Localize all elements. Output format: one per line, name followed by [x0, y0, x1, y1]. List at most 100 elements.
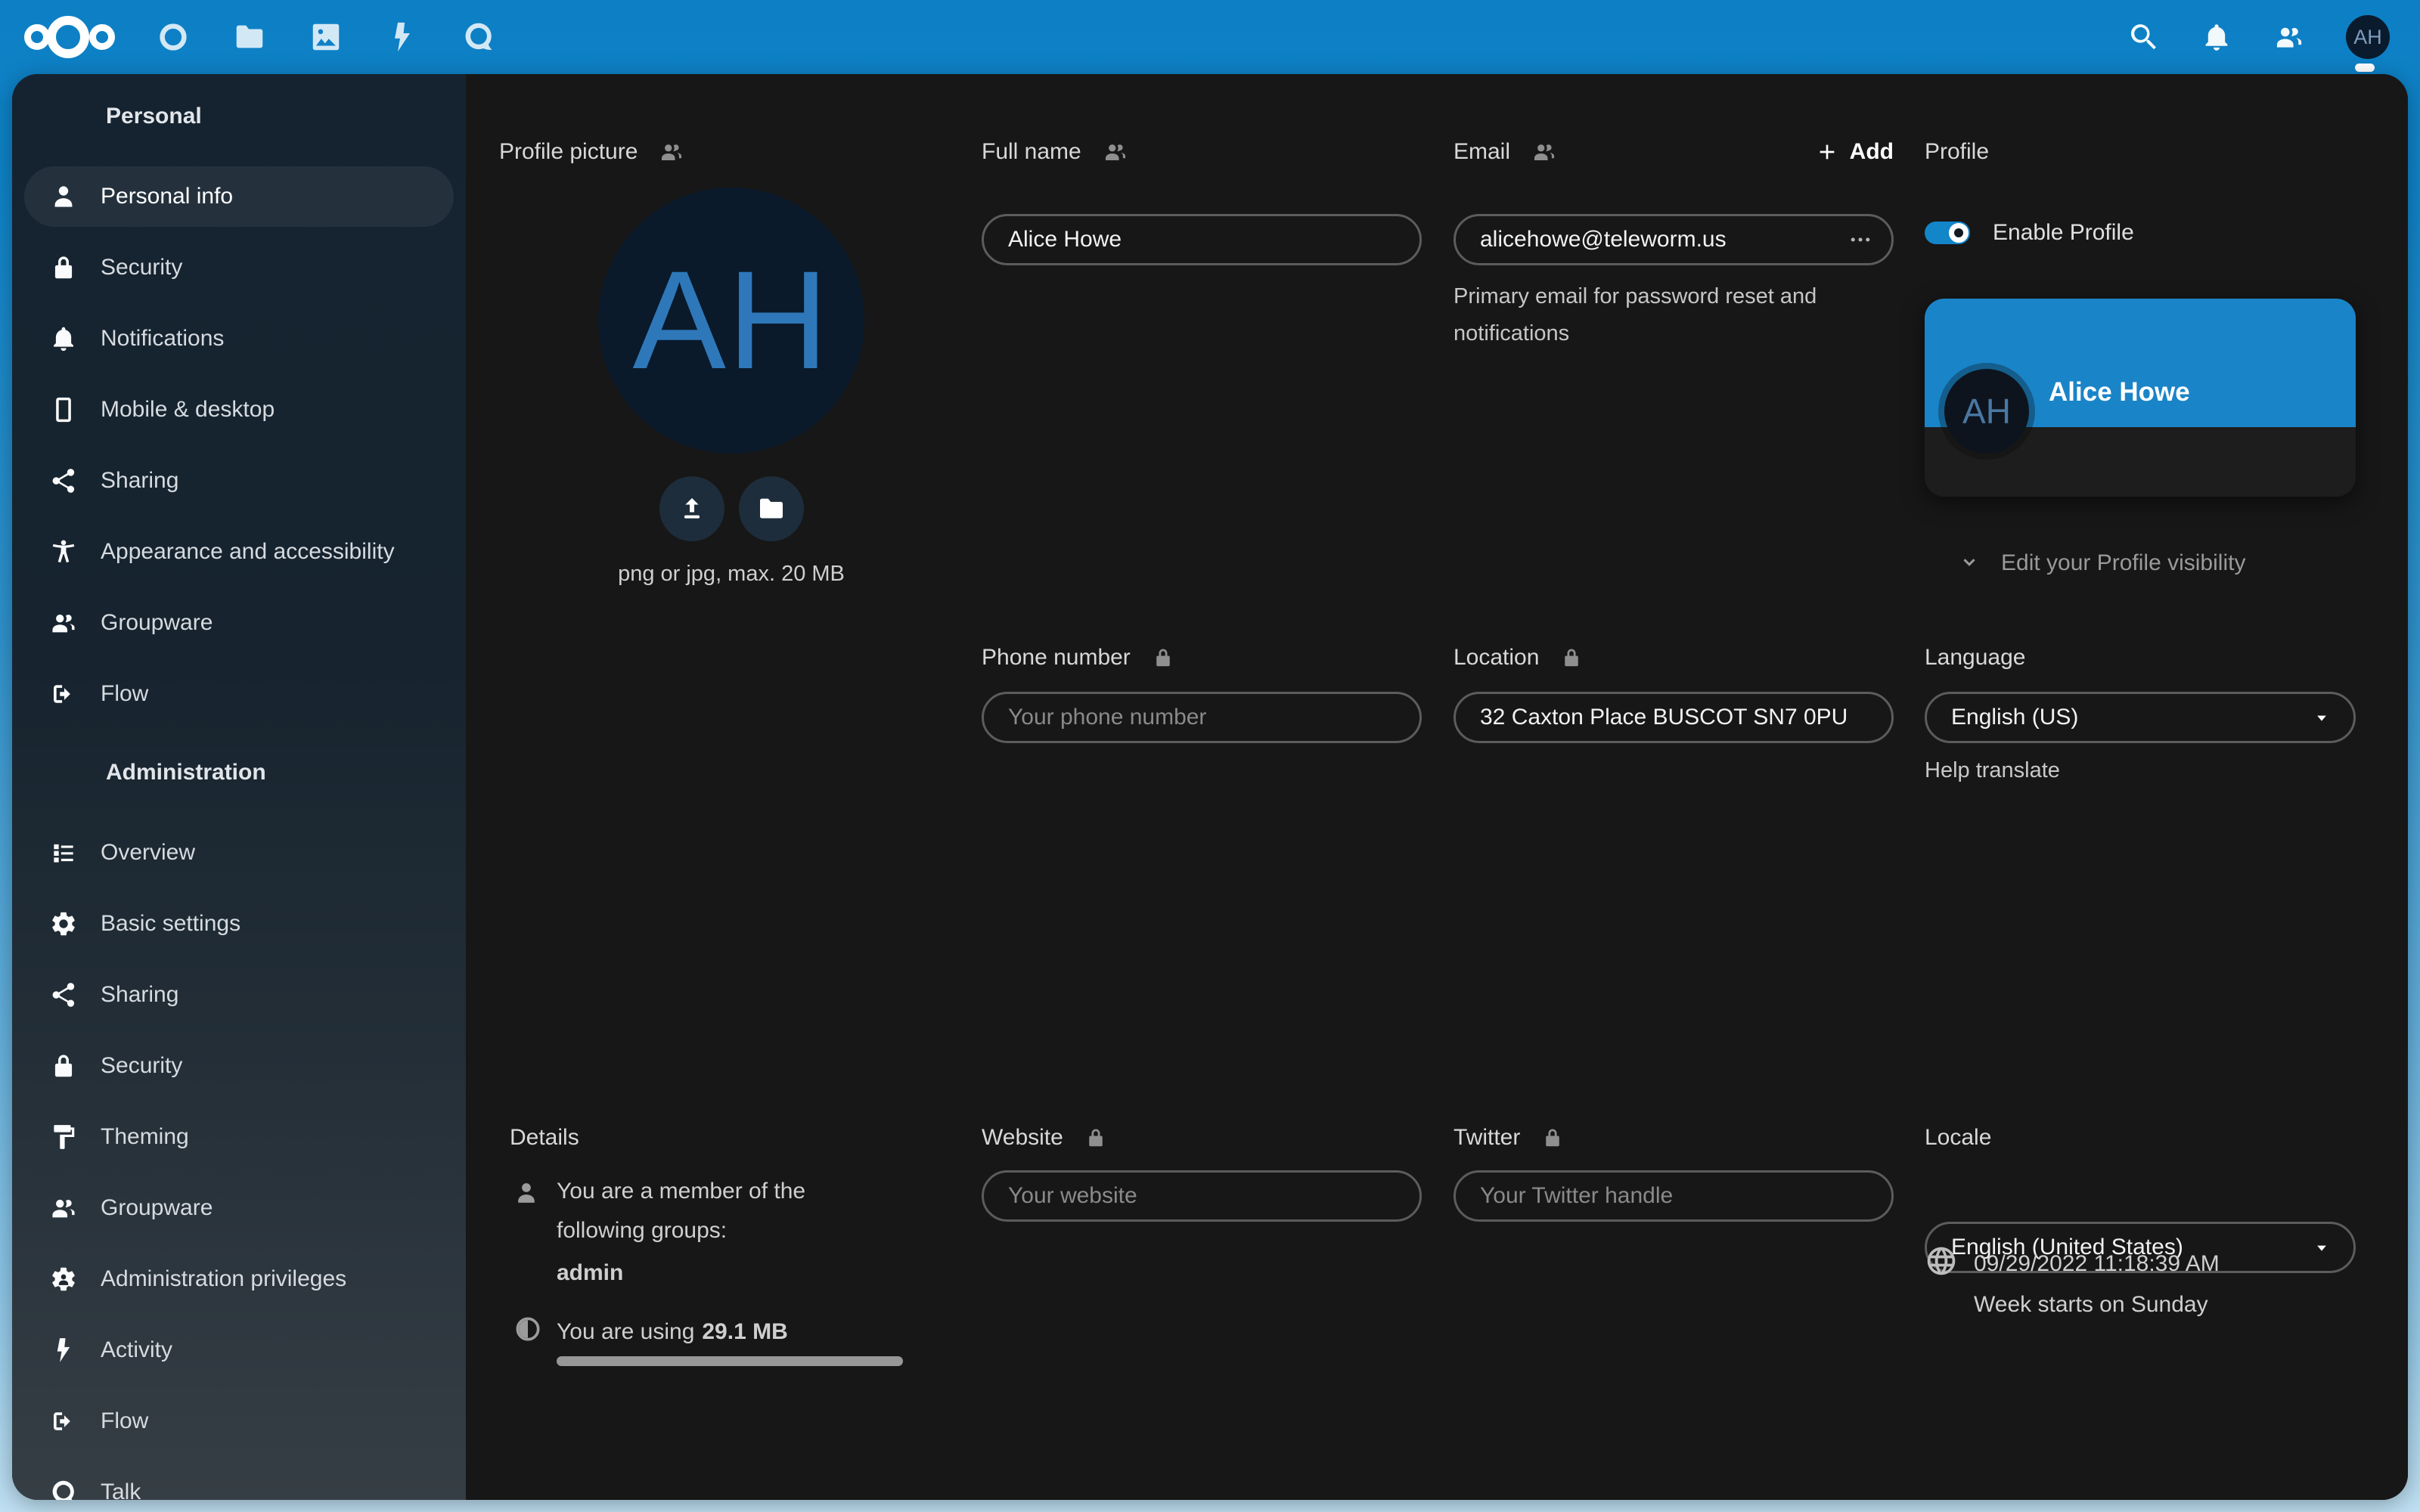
profile-picture-initials: AH — [633, 240, 830, 401]
plus-icon — [1815, 140, 1839, 164]
twitter-input[interactable] — [1454, 1170, 1894, 1222]
folder-icon — [232, 20, 267, 54]
sidebar-item-label: Sharing — [101, 982, 178, 1008]
choose-from-files-button[interactable] — [739, 476, 804, 541]
help-translate-link[interactable]: Help translate — [1925, 758, 2060, 783]
quota-icon — [513, 1314, 543, 1344]
email-helper: Primary email for password reset and not… — [1454, 278, 1839, 352]
flow-icon — [49, 680, 78, 708]
profile-picture-label: Profile picture — [499, 139, 638, 165]
enable-profile-label: Enable Profile — [1993, 220, 2134, 246]
sidebar-item-activity[interactable]: Activity — [24, 1320, 454, 1380]
roller-icon — [49, 1123, 78, 1151]
scope-contacts-icon[interactable] — [659, 139, 684, 165]
lightning-icon — [385, 20, 420, 54]
photos-icon — [309, 20, 343, 54]
scope-contacts-icon[interactable] — [1103, 139, 1128, 165]
quota-text: You are using29.1 MB — [557, 1312, 788, 1352]
lock-icon[interactable] — [1084, 1126, 1107, 1149]
topbar-actions: AH — [2128, 0, 2390, 74]
caret-down-icon — [2311, 1237, 2332, 1258]
email-input[interactable] — [1454, 214, 1894, 265]
phone-field-wrap — [982, 692, 1422, 743]
sidebar-item-label: Security — [101, 255, 182, 280]
app-photos[interactable] — [309, 20, 343, 54]
logo-ring-right — [89, 24, 115, 50]
search-button[interactable] — [2128, 21, 2160, 53]
lock-icon — [49, 253, 78, 282]
full-name-label-row: Full name — [982, 139, 1128, 165]
add-email-label: Add — [1850, 139, 1894, 165]
sidebar-item-flow[interactable]: Flow — [24, 664, 454, 724]
accessibility-icon — [49, 538, 78, 566]
sidebar-item-label: Theming — [101, 1124, 189, 1150]
sidebar-item-overview[interactable]: Overview — [24, 823, 454, 883]
sidebar-item-groupware[interactable]: Groupware — [24, 593, 454, 653]
sidebar-item-groupware-admin[interactable]: Groupware — [24, 1178, 454, 1238]
sidebar-item-appearance-accessibility[interactable]: Appearance and accessibility — [24, 522, 454, 582]
group-icon — [49, 609, 78, 637]
lock-icon[interactable] — [1152, 646, 1174, 669]
globe-icon — [1925, 1244, 1958, 1278]
person-icon — [49, 182, 78, 211]
location-label-row: Location — [1454, 645, 1583, 671]
groups-value: admin — [557, 1253, 623, 1293]
user-avatar[interactable]: AH — [2346, 15, 2390, 59]
sidebar-item-talk[interactable]: Talk — [24, 1462, 454, 1500]
language-value: English (US) — [1951, 705, 2078, 730]
sidebar: PersonalPersonal infoSecurityNotificatio… — [12, 74, 466, 1500]
edit-profile-visibility[interactable]: Edit your Profile visibility — [1957, 550, 2245, 576]
add-email-button[interactable]: Add — [1815, 139, 1894, 165]
sidebar-item-sharing[interactable]: Sharing — [24, 451, 454, 511]
sidebar-item-sharing-admin[interactable]: Sharing — [24, 965, 454, 1025]
notifications-button[interactable] — [2201, 21, 2232, 53]
sidebar-item-label: Talk — [101, 1479, 141, 1500]
user-menu-indicator — [2355, 64, 2375, 72]
profile-section-label-row: Profile — [1925, 139, 1989, 165]
locale-datetime: 09/29/2022 11:18:39 AM — [1974, 1244, 2220, 1284]
website-input[interactable] — [982, 1170, 1422, 1222]
sidebar-item-label: Flow — [101, 681, 148, 707]
app-files[interactable] — [232, 20, 267, 54]
enable-profile-toggle[interactable] — [1925, 222, 1970, 244]
lightning-icon — [49, 1336, 78, 1365]
app-talk[interactable] — [461, 20, 496, 54]
sidebar-item-mobile-desktop[interactable]: Mobile & desktop — [24, 380, 454, 440]
sidebar-item-label: Activity — [101, 1337, 172, 1363]
lock-icon[interactable] — [1560, 646, 1583, 669]
sidebar-item-theming[interactable]: Theming — [24, 1107, 454, 1167]
sidebar-item-notifications[interactable]: Notifications — [24, 308, 454, 369]
user-avatar-initials: AH — [2353, 26, 2382, 49]
sidebar-item-personal-info[interactable]: Personal info — [24, 166, 454, 227]
enable-profile-row: Enable Profile — [1925, 212, 2134, 254]
folder-icon — [756, 494, 786, 524]
sidebar-item-security[interactable]: Security — [24, 237, 454, 298]
sidebar-item-label: Appearance and accessibility — [101, 539, 395, 565]
language-select[interactable]: English (US) — [1925, 692, 2356, 743]
sidebar-item-label: Notifications — [101, 326, 224, 352]
upload-picture-button[interactable] — [659, 476, 724, 541]
lock-icon[interactable] — [1541, 1126, 1564, 1149]
profile-preview-card[interactable]: AH Alice Howe — [1925, 299, 2356, 497]
sidebar-item-admin-privileges[interactable]: Administration privileges — [24, 1249, 454, 1309]
full-name-label: Full name — [982, 139, 1081, 165]
app-dashboard[interactable] — [156, 20, 191, 54]
phone-label-row: Phone number — [982, 645, 1174, 671]
sidebar-item-flow-admin[interactable]: Flow — [24, 1391, 454, 1452]
flow-icon — [49, 1407, 78, 1436]
sidebar-item-basic-settings[interactable]: Basic settings — [24, 894, 454, 954]
app-activity[interactable] — [385, 20, 420, 54]
app-menu — [156, 0, 496, 74]
scope-contacts-icon[interactable] — [1531, 139, 1557, 165]
content-shell: PersonalPersonal infoSecurityNotificatio… — [12, 74, 2408, 1500]
contacts-button[interactable] — [2273, 21, 2305, 53]
full-name-input[interactable] — [982, 214, 1422, 265]
email-options-button[interactable] — [1847, 226, 1874, 253]
sidebar-item-security-admin[interactable]: Security — [24, 1036, 454, 1096]
quota-value: 29.1 MB — [702, 1319, 787, 1344]
full-name-field-wrap — [982, 214, 1422, 265]
bell-icon — [2201, 21, 2232, 53]
phone-input[interactable] — [982, 692, 1422, 743]
nextcloud-logo[interactable] — [24, 16, 115, 58]
location-input[interactable] — [1454, 692, 1894, 743]
